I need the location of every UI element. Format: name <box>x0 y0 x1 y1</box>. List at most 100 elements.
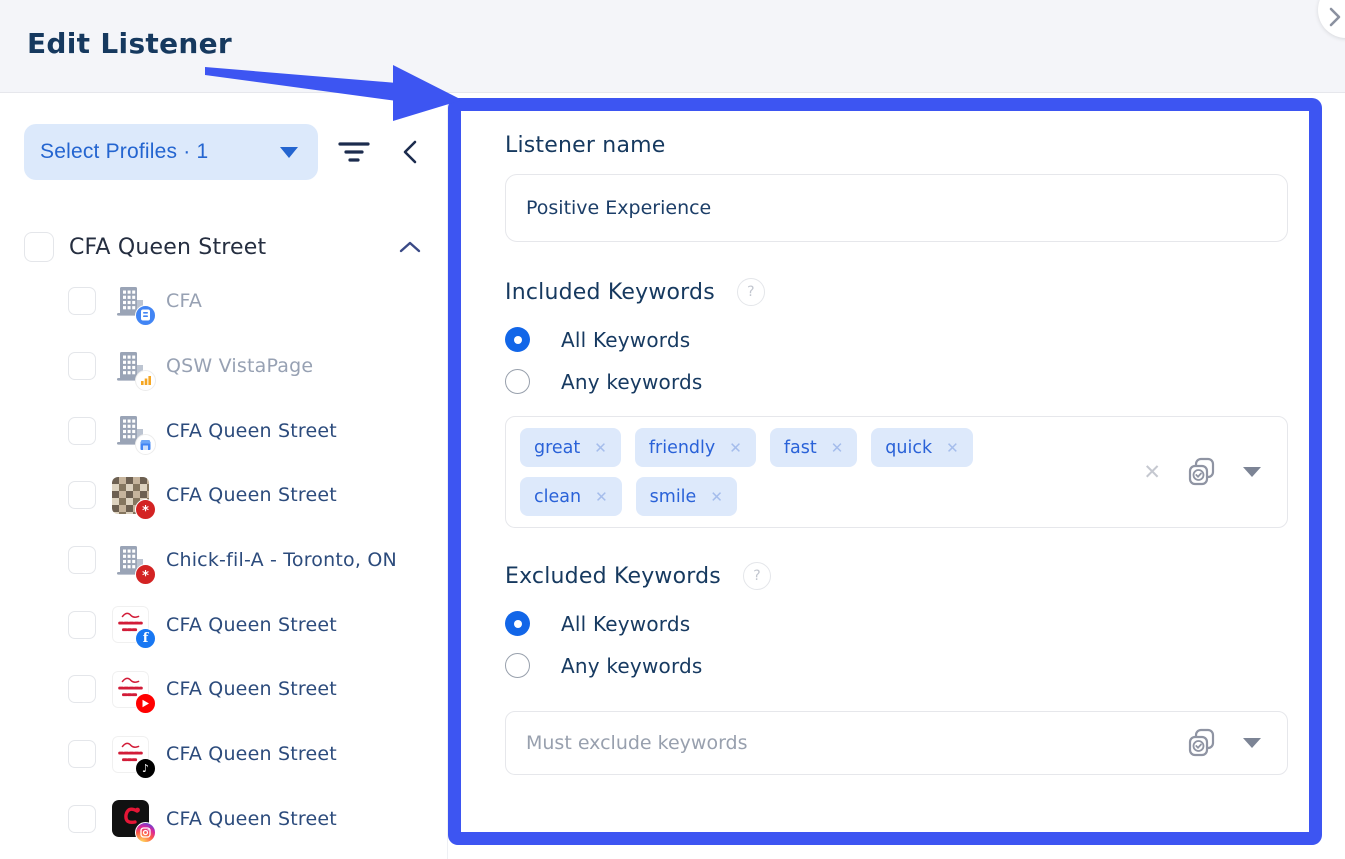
building-icon <box>112 412 149 449</box>
chevron-right-icon <box>1327 6 1343 28</box>
keyword-chip: quick ✕ <box>871 428 972 467</box>
chip-remove-icon[interactable]: ✕ <box>946 439 959 457</box>
profile-label: CFA Queen Street <box>166 808 337 830</box>
profile-label: CFA <box>166 290 202 312</box>
profile-group-row[interactable]: CFA Queen Street <box>24 231 424 263</box>
radio-label: Any keywords <box>561 654 703 678</box>
copy-check-icon[interactable] <box>1187 727 1217 759</box>
keyword-chip-label: great <box>534 438 580 458</box>
chip-remove-icon[interactable]: ✕ <box>831 439 844 457</box>
profile-label: Chick-fil-A - Toronto, ON <box>166 549 397 571</box>
keyword-chip: friendly ✕ <box>635 428 756 467</box>
document-blue-badge-icon <box>135 305 156 326</box>
radio-button[interactable] <box>505 611 530 636</box>
radio-button[interactable] <box>505 653 530 678</box>
chevron-up-icon[interactable] <box>398 239 422 255</box>
profile-checkbox[interactable] <box>68 417 96 445</box>
cfa-script-icon <box>112 671 149 708</box>
exclude-keywords-input[interactable] <box>506 712 1287 774</box>
keyword-chip-label: quick <box>885 438 932 458</box>
caret-down-icon[interactable] <box>1243 738 1261 748</box>
profile-checkbox[interactable] <box>68 740 96 768</box>
cfa-logo-black-icon <box>112 800 149 837</box>
profiles-sidebar: Select Profiles · 1 CFA Queen Street CFA… <box>0 93 448 859</box>
keyword-chip: great ✕ <box>520 428 621 467</box>
profile-list: CFA QSW VistaPage CFA Queen Street * CFA Que… <box>68 269 438 851</box>
yelp-badge-icon: * <box>135 499 156 520</box>
profile-list-item[interactable]: * CFA Queen Street <box>68 463 438 528</box>
profile-label: CFA Queen Street <box>166 743 337 765</box>
chip-remove-icon[interactable]: ✕ <box>594 439 607 457</box>
listener-form: Listener name Included Keywords ? All Ke… <box>461 111 1309 832</box>
profile-checkbox[interactable] <box>68 611 96 639</box>
profile-list-item[interactable]: QSW VistaPage <box>68 334 438 399</box>
radio-label: All Keywords <box>561 612 690 636</box>
included-keywords-box[interactable]: great✕friendly✕fast✕quick✕clean✕smile✕ ✕ <box>505 416 1288 528</box>
excluded-radio-group: All Keywords Any keywords <box>505 611 1288 678</box>
help-icon[interactable]: ? <box>743 562 771 590</box>
keyword-chips: great✕friendly✕fast✕quick✕clean✕smile✕ <box>520 428 1080 516</box>
instagram-badge-icon <box>135 822 156 843</box>
profile-checkbox[interactable] <box>68 352 96 380</box>
building-icon <box>112 283 149 320</box>
radio-label: All Keywords <box>561 328 690 352</box>
listener-name-label: Listener name <box>505 133 1288 158</box>
profile-checkbox[interactable] <box>68 481 96 509</box>
included-radio-group: All Keywords Any keywords <box>505 327 1288 394</box>
profile-list-item[interactable]: CFA Queen Street <box>68 787 438 852</box>
filter-button[interactable] <box>336 136 372 168</box>
radio-option[interactable]: Any keywords <box>505 653 1288 678</box>
cfa-script-icon: ♪ <box>112 736 149 773</box>
keyword-chip: clean✕ <box>520 477 622 516</box>
yelp-badge-icon: * <box>135 564 156 585</box>
profile-list-item[interactable]: CFA Queen Street <box>68 657 438 722</box>
radio-option[interactable]: Any keywords <box>505 369 1288 394</box>
radio-label: Any keywords <box>561 370 703 394</box>
copy-check-icon[interactable] <box>1187 456 1217 488</box>
help-icon[interactable]: ? <box>737 278 765 306</box>
profile-checkbox[interactable] <box>68 805 96 833</box>
profile-list-item[interactable]: ♪ CFA Queen Street <box>68 722 438 787</box>
radio-button[interactable] <box>505 327 530 352</box>
chip-remove-icon[interactable]: ✕ <box>729 439 742 457</box>
profile-label: QSW VistaPage <box>166 355 313 377</box>
profile-checkbox[interactable] <box>68 287 96 315</box>
keyword-chip-label: friendly <box>649 438 715 458</box>
listener-name-input[interactable] <box>505 174 1288 242</box>
group-label: CFA Queen Street <box>69 235 266 260</box>
header: Edit Listener <box>0 0 1345 93</box>
google-store-badge-icon <box>135 434 156 455</box>
chart-orange-badge-icon <box>135 370 156 391</box>
profile-list-item[interactable]: * Chick-fil-A - Toronto, ON <box>68 528 438 593</box>
profile-list-item[interactable]: CFA <box>68 269 438 334</box>
keyword-chip-label: smile <box>650 487 697 507</box>
chevron-left-icon <box>398 136 422 168</box>
excluded-keywords-title: Excluded Keywords <box>505 564 721 589</box>
select-profiles-button[interactable]: Select Profiles · 1 <box>24 124 318 180</box>
clear-x-icon[interactable]: ✕ <box>1143 460 1161 484</box>
building-icon <box>112 348 149 385</box>
profile-checkbox[interactable] <box>68 546 96 574</box>
photo-mosaic-icon: * <box>112 477 149 514</box>
profile-label: CFA Queen Street <box>166 678 337 700</box>
cfa-script-icon: f <box>112 606 149 643</box>
caret-down-icon[interactable] <box>1243 467 1261 477</box>
profile-list-item[interactable]: fCFA Queen Street <box>68 592 438 657</box>
profile-list-item[interactable]: CFA Queen Street <box>68 398 438 463</box>
keyword-chip: fast✕ <box>770 428 857 467</box>
chip-remove-icon[interactable]: ✕ <box>710 488 723 506</box>
chip-remove-icon[interactable]: ✕ <box>595 488 608 506</box>
building-icon: * <box>112 542 149 579</box>
select-profiles-label: Select Profiles · 1 <box>40 140 208 164</box>
facebook-badge-icon: f <box>135 628 156 649</box>
profile-label: CFA Queen Street <box>166 484 337 506</box>
radio-button[interactable] <box>505 369 530 394</box>
youtube-badge-icon <box>135 693 156 714</box>
profile-checkbox[interactable] <box>68 675 96 703</box>
profile-label: CFA Queen Street <box>166 420 337 442</box>
tiktok-badge-icon: ♪ <box>135 758 156 779</box>
radio-option[interactable]: All Keywords <box>505 327 1288 352</box>
collapse-sidebar-button[interactable] <box>396 136 424 168</box>
group-checkbox[interactable] <box>24 232 54 262</box>
radio-option[interactable]: All Keywords <box>505 611 1288 636</box>
